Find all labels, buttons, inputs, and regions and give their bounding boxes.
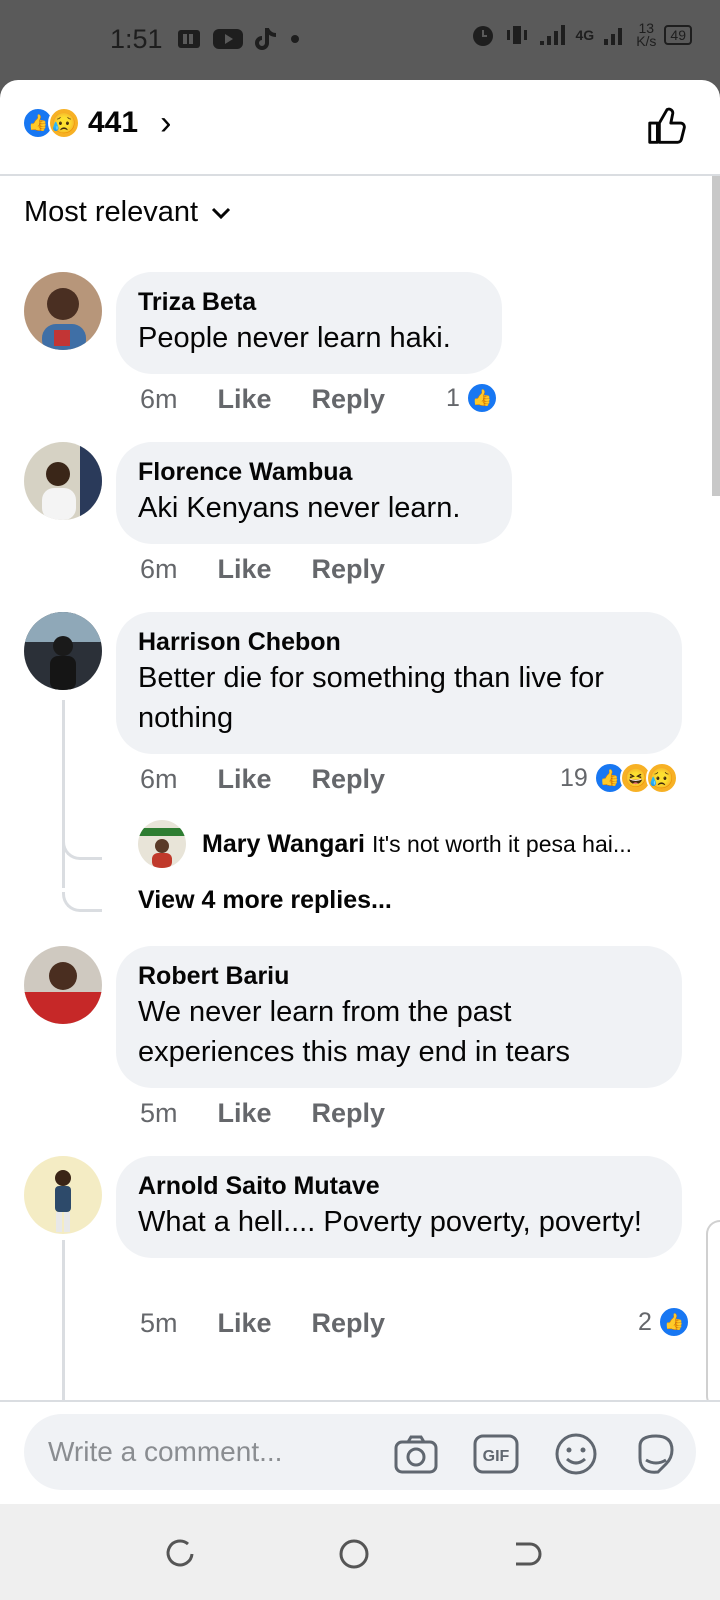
sad-reaction-icon: 😥 [48, 107, 80, 139]
comment-like-button[interactable]: Like [218, 764, 272, 795]
comment-bubble[interactable]: Harrison Chebon Better die for something… [116, 612, 682, 754]
comment-author[interactable]: Harrison Chebon [138, 626, 660, 658]
reaction-count: 19 [560, 763, 588, 792]
side-panel-handle[interactable] [706, 1220, 720, 1410]
like-button[interactable] [644, 102, 690, 148]
alarm-icon [472, 26, 493, 46]
reply-author[interactable]: Mary Wangari [202, 830, 365, 858]
comment-like-button[interactable]: Like [218, 554, 272, 585]
scrollbar[interactable] [712, 176, 720, 496]
comment-reply-button[interactable]: Reply [312, 554, 386, 585]
comment-time: 6m [140, 554, 178, 584]
system-nav-bar [0, 1504, 720, 1600]
comment-reactions[interactable]: 2 👍 [638, 1306, 690, 1338]
battery-indicator: 49 [664, 25, 692, 45]
comment-text: Aki Kenyans never learn. [138, 492, 461, 524]
network-type: 4G [575, 27, 595, 43]
comment-reply-button[interactable]: Reply [312, 384, 386, 415]
comment-reactions[interactable]: 1 👍 [446, 382, 498, 414]
comment-bubble[interactable]: Robert Bariu We never learn from the pas… [116, 946, 682, 1088]
home-icon[interactable] [338, 1538, 370, 1570]
avatar[interactable] [24, 272, 102, 350]
comments-sheet: 👍 😥 441 › Most relevant Triza Beta Peopl… [0, 80, 720, 1504]
sort-label: Most relevant [24, 196, 199, 228]
comment-like-button[interactable]: Like [218, 384, 272, 415]
chevron-down-icon [212, 207, 231, 219]
comment-bubble[interactable]: Triza Beta People never learn haki. [116, 272, 502, 374]
thread-connector [62, 840, 102, 860]
status-bar: 1:51 4G 13 K/s 49 [0, 0, 720, 80]
sort-dropdown[interactable]: Most relevant [24, 196, 232, 229]
signal-icon-2 [604, 28, 623, 45]
like-reaction-icon: 👍 [657, 1306, 690, 1338]
avatar[interactable] [24, 442, 102, 520]
camera-icon[interactable] [392, 1430, 440, 1478]
status-time: 1:51 [110, 24, 163, 54]
emoji-icon[interactable] [552, 1430, 600, 1478]
comment-time: 6m [140, 764, 178, 794]
sticker-icon[interactable] [632, 1430, 680, 1478]
gif-icon[interactable]: GIF [472, 1430, 520, 1478]
dot-icon [291, 35, 299, 43]
sad-reaction-icon: 😥 [645, 762, 678, 794]
avatar[interactable] [24, 946, 102, 1024]
avatar[interactable] [138, 820, 186, 868]
comment-author[interactable]: Triza Beta [138, 286, 480, 318]
comment-bubble[interactable]: Arnold Saito Mutave What a hell.... Pove… [116, 1156, 682, 1258]
thread-line [62, 1240, 65, 1400]
comment-text: What a hell.... Poverty poverty, poverty… [138, 1206, 642, 1238]
recent-apps-icon[interactable] [164, 1538, 196, 1570]
view-more-replies-link[interactable]: View 4 more replies... [138, 886, 392, 915]
reaction-count: 2 [638, 1307, 652, 1336]
gallery-icon [178, 30, 200, 48]
comment-time: 5m [140, 1098, 178, 1128]
comment-reactions[interactable]: 19 👍 😆 😥 [560, 762, 678, 794]
comment-reply-button[interactable]: Reply [312, 1098, 386, 1129]
comment-like-button[interactable]: Like [218, 1308, 272, 1339]
signal-icon [539, 25, 565, 45]
comment-like-button[interactable]: Like [218, 1098, 272, 1129]
thread-line [62, 700, 65, 888]
reaction-count: 441 [88, 106, 139, 139]
reaction-summary[interactable]: 👍 😥 441 › [22, 106, 171, 140]
comment-reply-button[interactable]: Reply [312, 1308, 386, 1339]
reaction-count: 1 [446, 383, 460, 412]
thread-connector [62, 892, 102, 912]
comment-text: We never learn from the past experiences… [138, 996, 570, 1068]
svg-text:GIF: GIF [483, 1448, 510, 1465]
comment-author[interactable]: Arnold Saito Mutave [138, 1170, 660, 1202]
sheet-header: 👍 😥 441 › [0, 80, 720, 176]
avatar[interactable] [24, 1156, 102, 1234]
comment-reply-button[interactable]: Reply [312, 764, 386, 795]
reply-text: It's not worth it pesa hai... [371, 830, 633, 857]
vibrate-icon [506, 26, 527, 44]
tiktok-icon [255, 28, 277, 50]
avatar[interactable] [24, 612, 102, 690]
comment-author[interactable]: Robert Bariu [138, 960, 660, 992]
comment-text: People never learn haki. [138, 322, 451, 354]
comment-time: 5m [140, 1308, 178, 1338]
back-icon[interactable] [510, 1538, 542, 1570]
reply-preview[interactable]: Mary Wangari It's not worth it pesa hai.… [138, 820, 632, 868]
comment-time: 6m [140, 384, 178, 414]
comment-composer: GIF [0, 1400, 720, 1504]
like-reaction-icon: 👍 [465, 382, 498, 414]
speed-unit: K/s [636, 33, 657, 49]
chevron-right-icon: › [160, 104, 172, 142]
comment-bubble[interactable]: Florence Wambua Aki Kenyans never learn. [116, 442, 512, 544]
comment-author[interactable]: Florence Wambua [138, 456, 490, 488]
comment-text: Better die for something than live for n… [138, 662, 604, 734]
youtube-icon [213, 29, 243, 49]
